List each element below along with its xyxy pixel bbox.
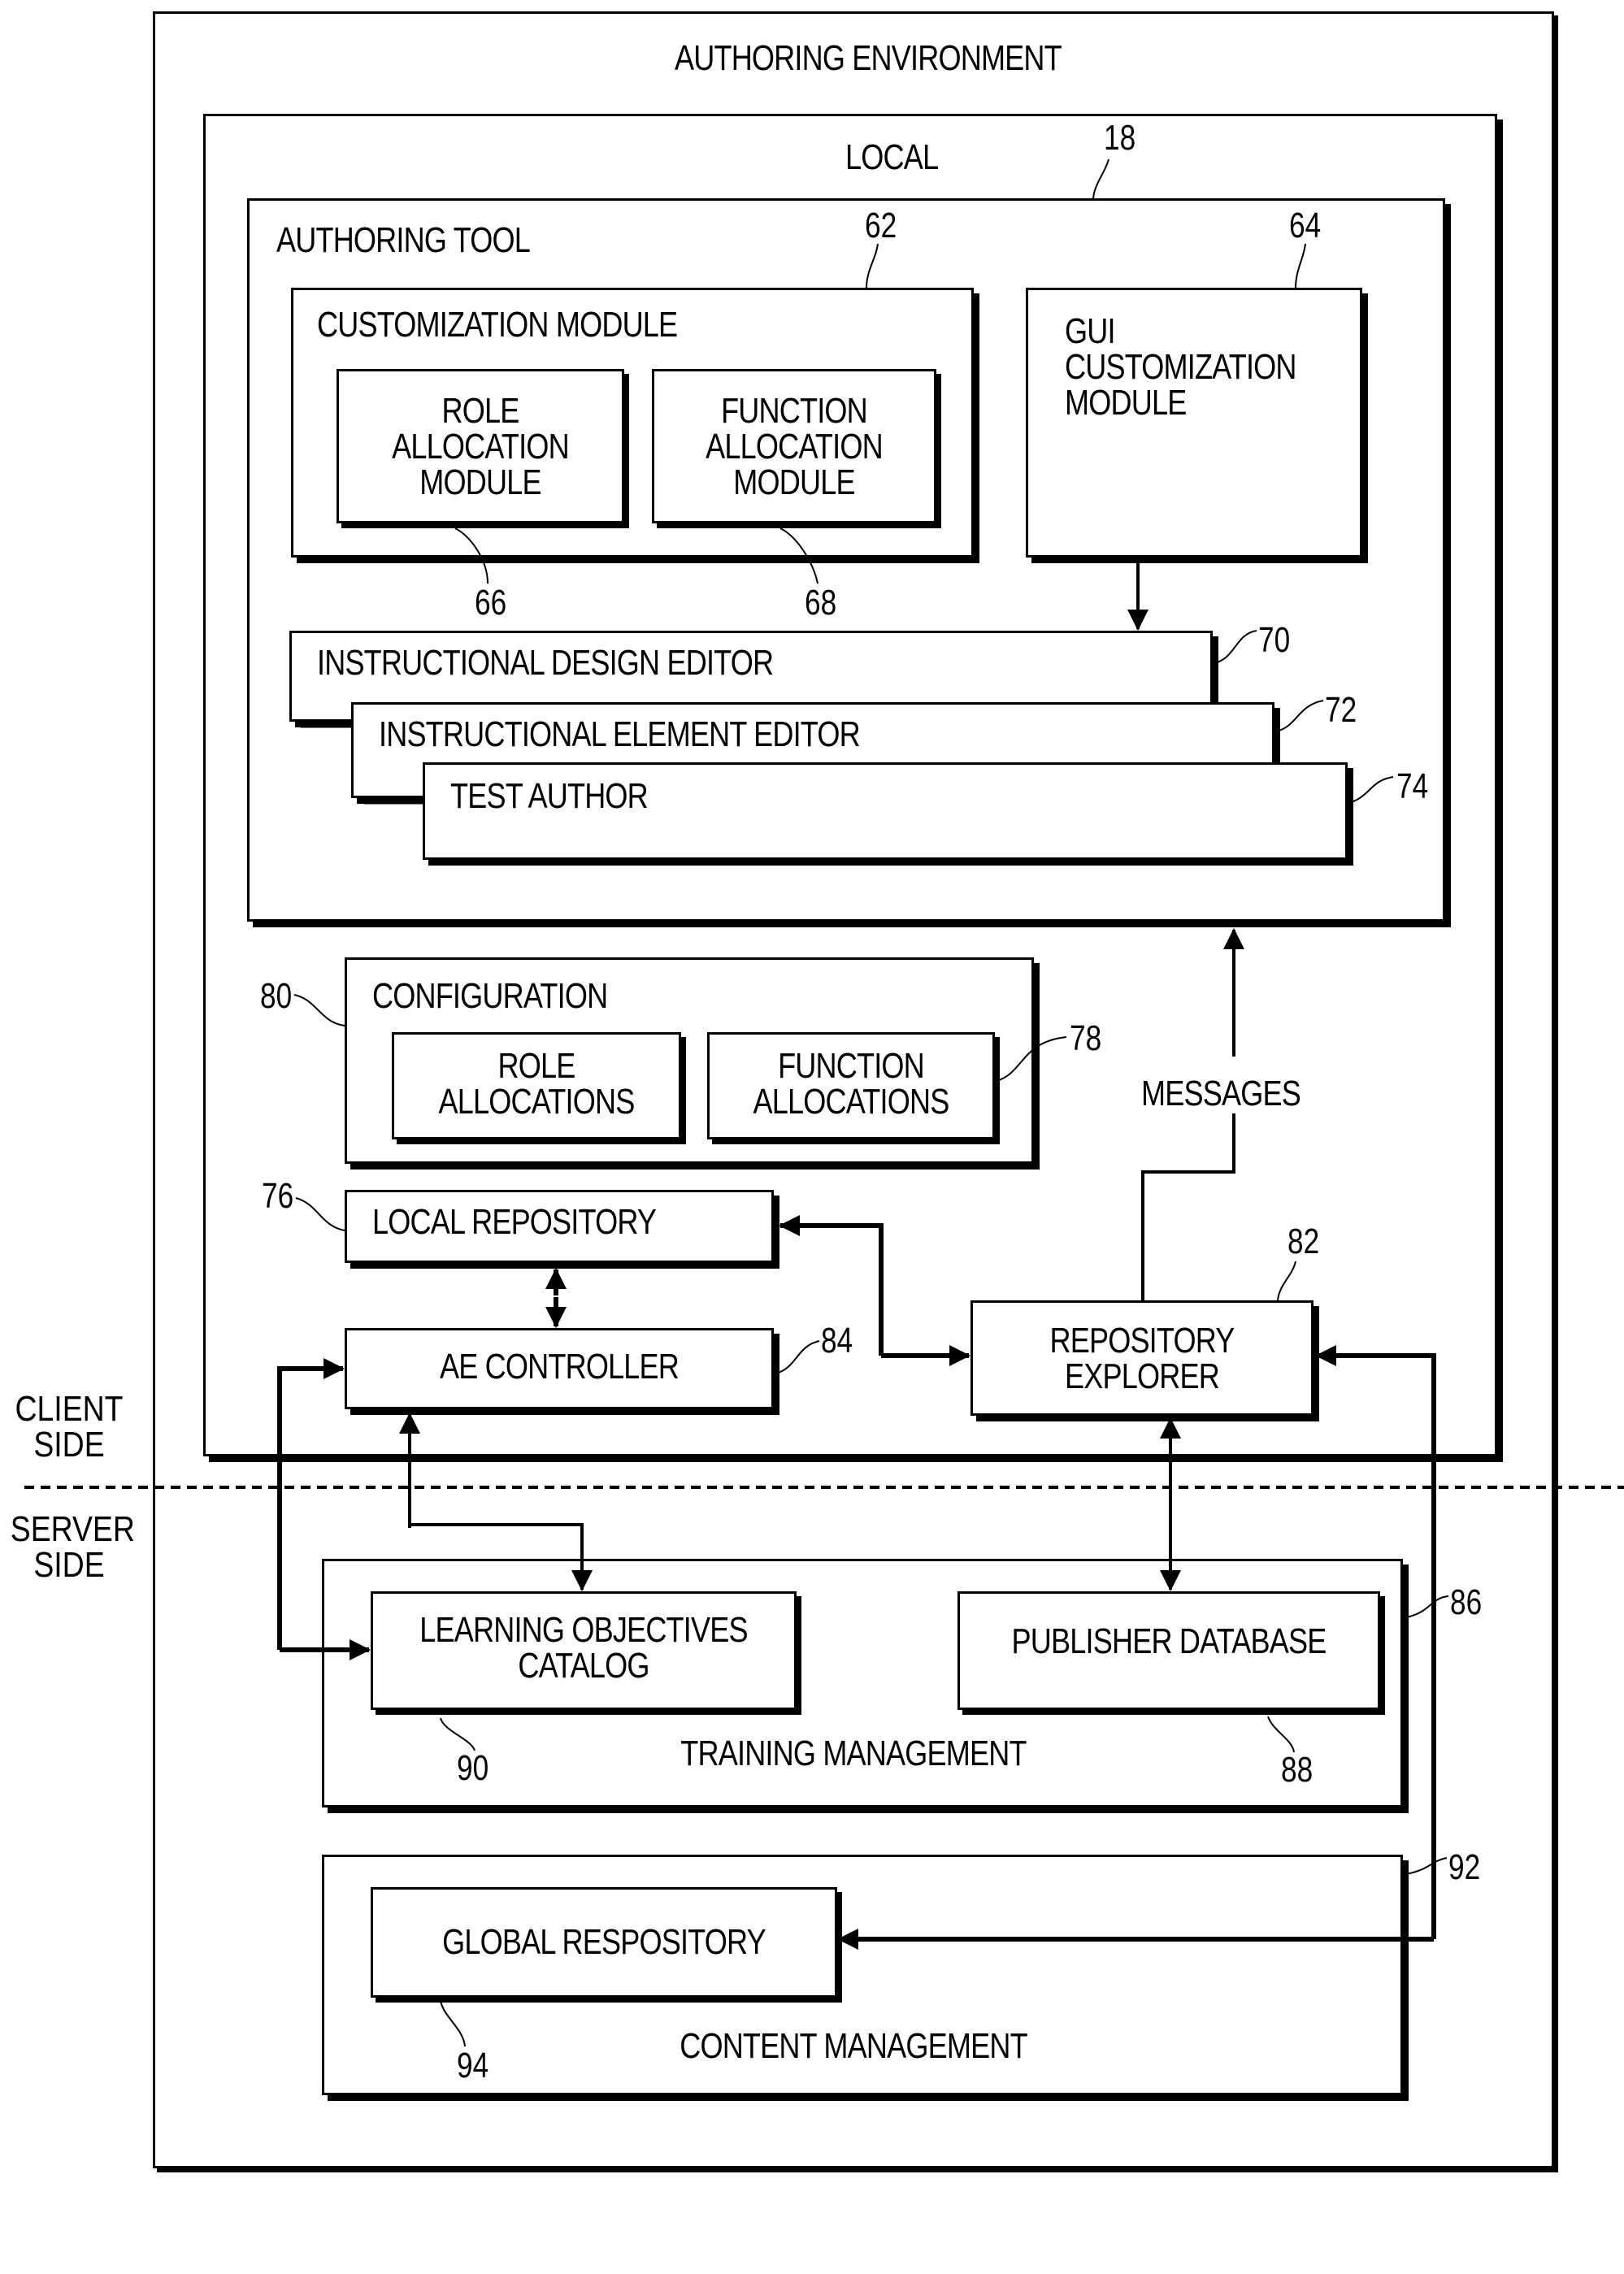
- ref-68: 68: [805, 583, 837, 623]
- server-side-label: SERVER SIDE: [10, 1509, 135, 1585]
- authoring-environment-label: AUTHORING ENVIRONMENT: [675, 38, 1062, 78]
- test-author-label: TEST AUTHOR: [450, 776, 649, 816]
- instructional-design-editor-label: INSTRUCTIONAL DESIGN EDITOR: [317, 643, 774, 683]
- content-management-label: CONTENT MANAGEMENT: [680, 2026, 1027, 2066]
- ref-80: 80: [260, 976, 293, 1016]
- repository-explorer-label: REPOSITORY EXPLORER: [1049, 1321, 1235, 1396]
- ae-controller-label: AE CONTROLLER: [439, 1347, 680, 1387]
- instructional-element-editor-label: INSTRUCTIONAL ELEMENT EDITOR: [379, 714, 861, 754]
- role-allocation-module-label: ROLE ALLOCATION MODULE: [392, 391, 570, 502]
- configuration-label: CONFIGURATION: [372, 976, 608, 1016]
- ref-94: 94: [457, 2046, 489, 2085]
- learning-objectives-catalog-label: LEARNING OBJECTIVES CATALOG: [419, 1610, 748, 1686]
- ref-62: 62: [865, 206, 897, 245]
- ref-78: 78: [1070, 1018, 1102, 1058]
- publisher-database-label: PUBLISHER DATABASE: [1011, 1621, 1327, 1661]
- role-allocations-label: ROLE ALLOCATIONS: [438, 1046, 636, 1122]
- messages-label: MESSAGES: [1141, 1074, 1301, 1113]
- gui-customization-module-label: GUI CUSTOMIZATION MODULE: [1065, 311, 1296, 423]
- diagram-canvas: AUTHORING ENVIRONMENT LOCAL 18 AUTHORING…: [0, 0, 1624, 2274]
- ref-66: 66: [475, 583, 507, 623]
- ref-84: 84: [821, 1321, 853, 1360]
- global-repository-label: GLOBAL RESPOSITORY: [442, 1922, 766, 1962]
- ref-70: 70: [1258, 620, 1291, 660]
- function-allocations-label: FUNCTION ALLOCATIONS: [753, 1046, 950, 1122]
- ref-86: 86: [1450, 1582, 1483, 1622]
- ref-76: 76: [262, 1176, 294, 1216]
- ref-72: 72: [1325, 690, 1357, 730]
- customization-module-label: CUSTOMIZATION MODULE: [317, 305, 678, 345]
- training-management-label: TRAINING MANAGEMENT: [680, 1734, 1027, 1773]
- ref-92: 92: [1448, 1847, 1481, 1887]
- ref-90: 90: [457, 1748, 489, 1788]
- function-allocation-module-label: FUNCTION ALLOCATION MODULE: [706, 391, 884, 502]
- client-side-label: CLIENT SIDE: [15, 1389, 124, 1465]
- local-repository-label: LOCAL REPOSITORY: [372, 1202, 657, 1242]
- ref-74: 74: [1396, 766, 1429, 806]
- local-label: LOCAL: [845, 137, 939, 177]
- authoring-tool-label: AUTHORING TOOL: [276, 220, 531, 260]
- ref-18: 18: [1104, 118, 1136, 158]
- ref-64: 64: [1289, 206, 1322, 245]
- ref-88: 88: [1281, 1750, 1314, 1790]
- ref-82: 82: [1287, 1222, 1320, 1261]
